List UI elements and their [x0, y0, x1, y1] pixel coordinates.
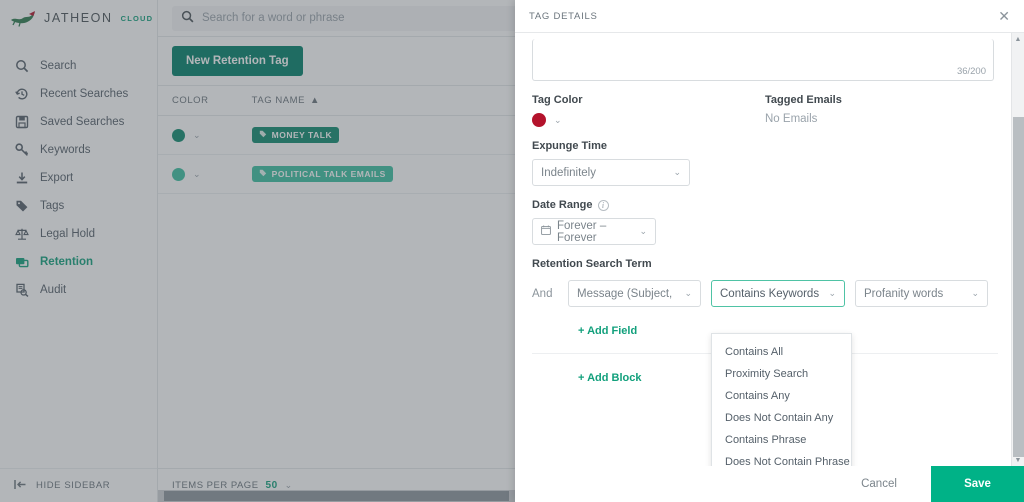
menu-item-does-not-contain-phrase[interactable]: Does Not Contain Phrase — [712, 451, 851, 466]
modal-overlay[interactable] — [0, 0, 515, 502]
tagged-emails-label: Tagged Emails — [765, 94, 842, 106]
tag-color-swatch[interactable] — [532, 113, 546, 127]
chevron-down-icon: ⌄ — [639, 226, 647, 236]
menu-item-does-not-contain-any[interactable]: Does Not Contain Any — [712, 407, 851, 429]
chevron-down-icon[interactable]: ⌄ — [554, 115, 562, 126]
date-range-label: Date Range i — [532, 199, 998, 211]
calendar-icon — [541, 225, 551, 238]
modal-scrollbar-thumb[interactable] — [1013, 117, 1024, 457]
cancel-button[interactable]: Cancel — [827, 466, 931, 502]
scroll-up-arrow-icon[interactable]: ▲ — [1012, 33, 1024, 45]
search-operator-select[interactable]: Contains Keywords ⌄ — [711, 280, 845, 307]
tag-color-label: Tag Color — [532, 94, 583, 106]
expunge-time-label: Expunge Time — [532, 140, 607, 152]
color-and-emails-row: Tag Color ⌄ Tagged Emails No Emails — [532, 81, 998, 127]
app-root: JATHEON CLOUD Search Recent Searches Sav… — [0, 0, 1024, 502]
menu-item-contains-all[interactable]: Contains All — [712, 341, 851, 363]
chevron-down-icon: ⌄ — [684, 288, 692, 298]
chevron-down-icon: ⌄ — [828, 288, 836, 298]
date-range-value: Forever – Forever — [557, 219, 607, 244]
description-textarea[interactable]: 36/200 — [532, 39, 994, 81]
search-operator-value: Contains Keywords — [720, 287, 820, 300]
modal-header: TAG DETAILS ✕ — [515, 0, 1024, 33]
expunge-time-value: Indefinitely — [541, 166, 596, 179]
modal-title: TAG DETAILS — [529, 10, 598, 22]
modal-footer: Cancel Save — [515, 466, 1024, 502]
close-icon[interactable]: ✕ — [998, 9, 1010, 23]
date-range-select[interactable]: Forever – Forever ⌄ — [532, 218, 656, 245]
tag-color-picker[interactable]: ⌄ — [532, 113, 765, 127]
menu-item-contains-any[interactable]: Contains Any — [712, 385, 851, 407]
menu-item-contains-phrase[interactable]: Contains Phrase — [712, 429, 851, 451]
tag-details-modal: TAG DETAILS ✕ 36/200 Tag Color ⌄ Tagged … — [515, 0, 1024, 502]
add-field-button[interactable]: + Add Field — [578, 325, 637, 337]
menu-item-proximity-search[interactable]: Proximity Search — [712, 363, 851, 385]
search-value-select[interactable]: Profanity words ⌄ — [855, 280, 988, 307]
tagged-emails-value: No Emails — [765, 113, 818, 125]
search-term-row: And Message (Subject, Body, …) ⌄ Contain… — [532, 280, 998, 307]
retention-search-term-label: Retention Search Term — [532, 258, 652, 270]
chevron-down-icon: ⌄ — [673, 167, 681, 177]
character-counter: 36/200 — [956, 66, 986, 77]
modal-vertical-scrollbar[interactable]: ▲ ▼ — [1011, 33, 1024, 466]
save-button[interactable]: Save — [931, 466, 1024, 502]
expunge-time-select[interactable]: Indefinitely ⌄ — [532, 159, 690, 186]
chevron-down-icon: ⌄ — [971, 288, 979, 298]
conjunction-label[interactable]: And — [532, 288, 558, 300]
search-operator-dropdown-menu[interactable]: Contains All Proximity Search Contains A… — [711, 333, 852, 466]
search-value-value: Profanity words — [864, 287, 944, 300]
info-icon[interactable]: i — [597, 199, 609, 211]
search-field-value: Message (Subject, Body, …) — [577, 287, 676, 300]
add-block-button[interactable]: + Add Block — [578, 372, 641, 384]
date-range-label-text: Date Range — [532, 199, 593, 211]
scroll-down-arrow-icon[interactable]: ▼ — [1012, 454, 1024, 466]
search-field-select[interactable]: Message (Subject, Body, …) ⌄ — [568, 280, 701, 307]
modal-body: 36/200 Tag Color ⌄ Tagged Emails No Emai… — [515, 33, 1024, 466]
